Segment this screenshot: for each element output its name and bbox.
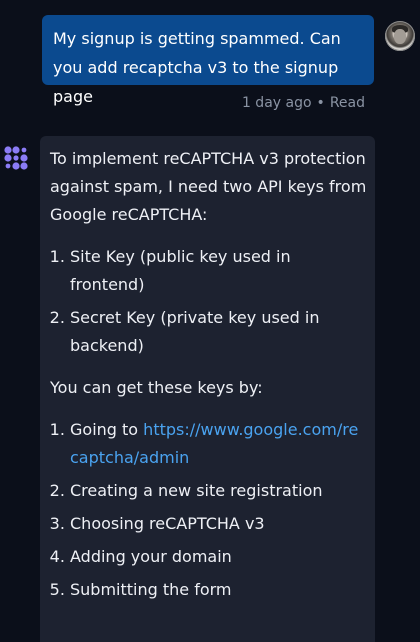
assistant-intro: To implement reCAPTCHA v3 protection aga… (50, 149, 367, 224)
steps-list: Going to https://www.google.com/recaptch… (50, 416, 367, 604)
assistant-message-bubble: To implement reCAPTCHA v3 protection aga… (40, 136, 375, 642)
list-item: Creating a new site registration (70, 477, 367, 505)
user-avatar[interactable] (385, 21, 415, 51)
read-status: Read (329, 95, 365, 111)
api-keys-list: Site Key (public key used in frontend) S… (50, 243, 367, 360)
message-meta: 1 day ago • Read (242, 95, 365, 111)
list-item: Adding your domain (70, 543, 367, 571)
assistant-logo-icon (4, 146, 28, 170)
list-item: Going to https://www.google.com/recaptch… (70, 416, 367, 472)
user-message-bubble: My signup is getting spammed. Can you ad… (42, 15, 374, 106)
user-message-row: My signup is getting spammed. Can you ad… (42, 15, 415, 106)
list-item: Site Key (public key used in frontend) (70, 243, 367, 299)
list-item: Choosing reCAPTCHA v3 (70, 510, 367, 538)
list-item: Secret Key (private key used in backend) (70, 304, 367, 360)
steps-intro: You can get these keys by: (50, 378, 263, 397)
meta-separator: • (316, 95, 325, 111)
list-item: Submitting the form (70, 576, 367, 604)
chat-thread: My signup is getting spammed. Can you ad… (0, 0, 420, 642)
step-text: Going to (70, 420, 144, 439)
avatar-face (394, 29, 406, 44)
message-time: 1 day ago (241, 95, 312, 111)
